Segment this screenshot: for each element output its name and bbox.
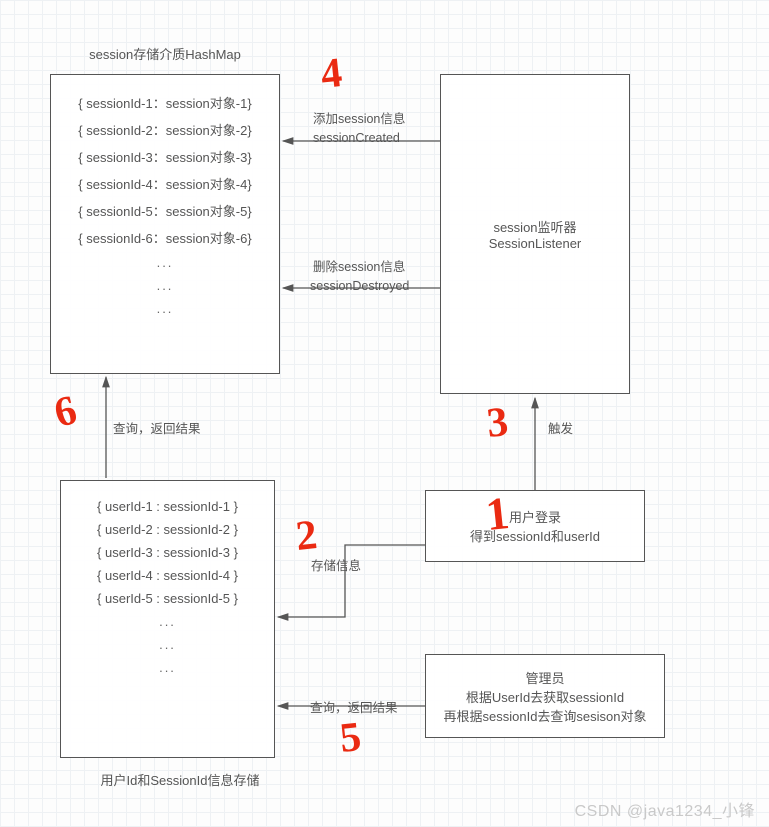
hashmap-row: { sessionId-3：session对象-3}: [63, 147, 267, 166]
annotation-5: 5: [338, 713, 364, 763]
useridmap-row: { userId-3 : sessionId-3 }: [73, 545, 262, 560]
edge-del-session: 删除session信息: [313, 256, 405, 275]
listener-line2: SessionListener: [453, 236, 617, 251]
hashmap-row: { sessionId-2：session对象-2}: [63, 120, 267, 139]
hashmap-title: session存储介质HashMap: [55, 44, 275, 63]
ellipsis: ...: [73, 614, 262, 629]
useridmap-row: { userId-2 : sessionId-2 }: [73, 522, 262, 537]
ellipsis: ...: [63, 301, 267, 316]
listener-line1: session监听器: [453, 217, 617, 236]
annotation-3: 3: [485, 398, 511, 448]
annotation-4: 4: [319, 49, 345, 99]
admin-box: 管理员 根据UserId去获取sessionId 再根据sessionId去查询…: [425, 654, 665, 738]
hashmap-row: { sessionId-5：session对象-5}: [63, 201, 267, 220]
hashmap-row: { sessionId-4：session对象-4}: [63, 174, 267, 193]
admin-line3: 再根据sessionId去查询sesison对象: [438, 706, 652, 725]
admin-line2: 根据UserId去获取sessionId: [438, 687, 652, 706]
edge-trigger: 触发: [548, 418, 573, 437]
ellipsis: ...: [63, 255, 267, 270]
edge-query1: 查询，返回结果: [113, 418, 201, 437]
useridmap-row: { userId-4 : sessionId-4 }: [73, 568, 262, 583]
hashmap-row: { sessionId-6：session对象-6}: [63, 228, 267, 247]
useridmap-title: 用户Id和SessionId信息存储: [90, 770, 270, 789]
admin-line1: 管理员: [438, 668, 652, 687]
ellipsis: ...: [73, 637, 262, 652]
login-box: 用户登录 得到sessionId和userId: [425, 490, 645, 562]
watermark: CSDN @java1234_小锋: [575, 797, 755, 821]
useridmap-box: { userId-1 : sessionId-1 } { userId-2 : …: [60, 480, 275, 758]
hashmap-box: { sessionId-1：session对象-1} { sessionId-2…: [50, 74, 280, 374]
annotation-6: 6: [50, 386, 82, 438]
login-line2: 得到sessionId和userId: [438, 526, 632, 545]
listener-box: session监听器 SessionListener: [440, 74, 630, 394]
edge-add-session: 添加session信息: [313, 108, 405, 127]
useridmap-row: { userId-1 : sessionId-1 }: [73, 499, 262, 514]
ellipsis: ...: [63, 278, 267, 293]
ellipsis: ...: [73, 660, 262, 675]
edge-session-created: sessionCreated: [313, 131, 400, 145]
useridmap-row: { userId-5 : sessionId-5 }: [73, 591, 262, 606]
login-line1: 用户登录: [438, 507, 632, 526]
annotation-2: 2: [294, 511, 320, 561]
edge-session-destroyed: sessionDestroyed: [310, 279, 409, 293]
hashmap-row: { sessionId-1：session对象-1}: [63, 93, 267, 112]
